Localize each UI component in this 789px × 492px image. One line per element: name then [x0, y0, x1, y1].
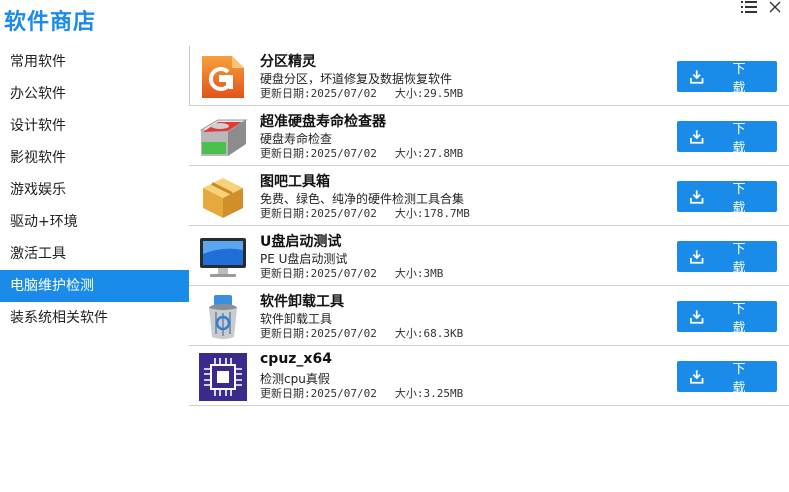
download-label: 下载: [732, 361, 756, 396]
list-item: U盘启动测试 PE U盘启动测试 更新日期:2025/07/02 大小:3MB 下…: [189, 226, 789, 286]
update-date: 更新日期:2025/07/02: [260, 87, 377, 100]
app-title: 软件商店: [4, 10, 97, 35]
file-size: 大小:68.3KB: [394, 327, 464, 340]
app-meta: 更新日期:2025/07/02 大小:178.7MB: [260, 205, 470, 221]
file-size: 大小:27.8MB: [394, 147, 464, 160]
hard-disk-icon: [198, 112, 248, 162]
category-sidebar: 常用软件 办公软件 设计软件 影视软件 游戏娱乐 驱动+环境 激活工具 电脑维护…: [0, 46, 189, 334]
download-icon: [690, 129, 704, 144]
download-icon: [690, 69, 704, 84]
download-label: 下载: [732, 181, 756, 216]
list-item: 软件卸载工具 软件卸载工具 更新日期:2025/07/02 大小:68.3KB 下…: [189, 286, 789, 346]
update-date: 更新日期:2025/07/02: [260, 387, 377, 400]
partition-wizard-icon: [198, 52, 248, 102]
sidebar-item-drivers[interactable]: 驱动+环境: [0, 206, 189, 238]
app-name: 图吧工具箱: [260, 174, 330, 190]
app-meta: 更新日期:2025/07/02 大小:29.5MB: [260, 85, 463, 101]
toolbox-box-icon: [198, 172, 248, 222]
app-meta: 更新日期:2025/07/02 大小:3.25MB: [260, 385, 463, 401]
app-name: U盘启动测试: [260, 234, 342, 250]
menu-list-icon[interactable]: [741, 0, 757, 14]
app-name: cpuz_x64: [260, 351, 332, 367]
download-icon: [690, 369, 704, 384]
app-meta: 更新日期:2025/07/02 大小:27.8MB: [260, 145, 463, 161]
file-size: 大小:178.7MB: [394, 207, 470, 220]
download-button[interactable]: 下载: [677, 121, 777, 156]
update-date: 更新日期:2025/07/02: [260, 267, 377, 280]
recycle-bin-icon: [198, 292, 248, 342]
app-name: 超准硬盘寿命检查器: [260, 114, 386, 130]
cpu-chip-icon: [198, 352, 248, 402]
file-size: 大小:3MB: [394, 267, 444, 280]
download-icon: [690, 249, 704, 264]
list-item: cpuz_x64 检测cpu真假 更新日期:2025/07/02 大小:3.25M…: [189, 346, 789, 406]
sidebar-item-design[interactable]: 设计软件: [0, 110, 189, 142]
sidebar-item-office[interactable]: 办公软件: [0, 78, 189, 110]
sidebar-item-video[interactable]: 影视软件: [0, 142, 189, 174]
download-label: 下载: [732, 121, 756, 156]
sidebar-item-games[interactable]: 游戏娱乐: [0, 174, 189, 206]
download-label: 下载: [732, 301, 756, 336]
close-icon[interactable]: [767, 0, 783, 14]
update-date: 更新日期:2025/07/02: [260, 207, 377, 220]
monitor-icon: [198, 232, 248, 282]
download-button[interactable]: 下载: [677, 361, 777, 396]
window-controls: [741, 0, 783, 14]
download-button[interactable]: 下载: [677, 61, 777, 96]
download-icon: [690, 309, 704, 324]
sidebar-item-maintenance[interactable]: 电脑维护检测: [0, 270, 189, 302]
list-item: 分区精灵 硬盘分区，坏道修复及数据恢复软件 更新日期:2025/07/02 大小:…: [189, 46, 789, 106]
sidebar-item-activation[interactable]: 激活工具: [0, 238, 189, 270]
app-meta: 更新日期:2025/07/02 大小:68.3KB: [260, 325, 463, 341]
download-button[interactable]: 下载: [677, 301, 777, 336]
download-button[interactable]: 下载: [677, 181, 777, 216]
list-item: 图吧工具箱 免费、绿色、纯净的硬件检测工具合集 更新日期:2025/07/02 大…: [189, 166, 789, 226]
update-date: 更新日期:2025/07/02: [260, 147, 377, 160]
download-label: 下载: [732, 61, 756, 96]
app-name: 软件卸载工具: [260, 294, 344, 310]
download-icon: [690, 189, 704, 204]
app-list: 分区精灵 硬盘分区，坏道修复及数据恢复软件 更新日期:2025/07/02 大小:…: [189, 46, 789, 406]
file-size: 大小:29.5MB: [394, 87, 464, 100]
file-size: 大小:3.25MB: [394, 387, 464, 400]
app-name: 分区精灵: [260, 54, 316, 70]
update-date: 更新日期:2025/07/02: [260, 327, 377, 340]
list-item: 超准硬盘寿命检查器 硬盘寿命检查 更新日期:2025/07/02 大小:27.8M…: [189, 106, 789, 166]
download-label: 下载: [732, 241, 756, 276]
app-meta: 更新日期:2025/07/02 大小:3MB: [260, 265, 443, 281]
download-button[interactable]: 下载: [677, 241, 777, 276]
sidebar-item-common[interactable]: 常用软件: [0, 46, 189, 78]
sidebar-item-system-install[interactable]: 装系统相关软件: [0, 302, 189, 334]
